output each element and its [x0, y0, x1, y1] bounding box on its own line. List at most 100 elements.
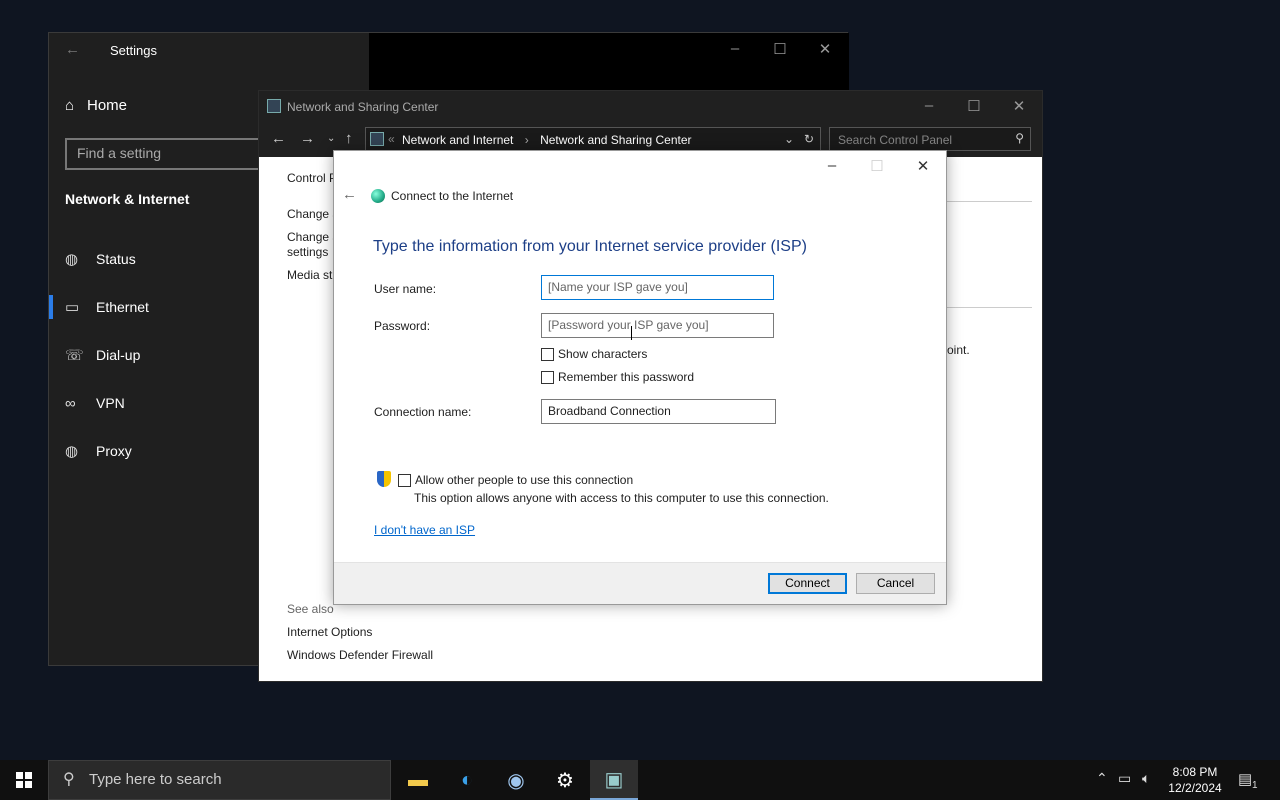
cancel-button[interactable]: Cancel [856, 573, 935, 594]
search-icon: ⚲ [63, 771, 75, 788]
nav-label: Ethernet [96, 299, 149, 315]
password-label: Password: [374, 319, 431, 333]
nav-selection-indicator [49, 295, 53, 319]
show-characters-checkbox[interactable]: Show characters [541, 347, 647, 361]
checkbox-box [541, 347, 554, 361]
nav-label: Status [96, 251, 136, 267]
settings-gear-icon[interactable]: ⚙ [541, 760, 589, 800]
globe-icon: ◍ [65, 443, 79, 460]
chevron-down-icon[interactable]: ⌄ [784, 132, 794, 146]
back-arrow-icon[interactable]: ← [271, 130, 286, 147]
address-bar[interactable]: « Network and Internet › Network and Sha… [365, 127, 821, 151]
username-label: User name: [374, 282, 437, 296]
network-globe-icon [371, 189, 385, 203]
nav-item-status[interactable]: ◍ Status [65, 247, 136, 271]
home-link[interactable]: ⌂ Home [65, 97, 127, 114]
refresh-icon[interactable]: ↻ [804, 132, 814, 146]
network-title: Network and Sharing Center [287, 100, 439, 114]
left-link[interactable]: Change a [287, 207, 339, 221]
close-icon[interactable]: ✕ [810, 40, 840, 58]
clock[interactable]: 8:08 PM 12/2/2024 [1160, 764, 1230, 796]
allow-others-checkbox[interactable]: Allow other people to use this connectio… [398, 473, 633, 487]
vpn-icon: ∞ [65, 394, 76, 412]
back-arrow-icon[interactable]: ← [65, 41, 80, 58]
checkbox-box [541, 370, 554, 384]
breadcrumb-overflow-icon: « [388, 132, 395, 146]
text-cursor [631, 326, 632, 340]
close-icon[interactable]: ✕ [1004, 97, 1034, 115]
search-placeholder: Type here to search [89, 771, 222, 788]
edge-icon[interactable]: ◐ [443, 760, 491, 800]
left-link[interactable]: Media st [287, 268, 332, 282]
breadcrumb-separator-icon: › [524, 133, 529, 147]
search-control-panel-input[interactable]: Search Control Panel ⚲ [829, 127, 1031, 151]
uac-shield-icon [377, 471, 391, 487]
minimize-icon[interactable]: – [720, 40, 750, 57]
breadcrumb-item[interactable]: Network and Sharing Center [540, 133, 691, 147]
ethernet-icon: ▭ [65, 299, 80, 316]
volume-icon[interactable]: 🔈︎ [1142, 770, 1150, 787]
nav-item-ethernet[interactable]: ▭ Ethernet [65, 295, 149, 319]
control-panel-icon[interactable]: ▣ [590, 760, 638, 800]
search-icon: ⚲ [1015, 131, 1024, 145]
dialup-icon: ☏ [65, 347, 84, 364]
taskbar-search-input[interactable]: ⚲ Type here to search [48, 760, 391, 800]
clock-date: 12/2/2024 [1168, 781, 1222, 795]
connection-name-label: Connection name: [374, 405, 472, 419]
divider [947, 201, 1032, 202]
see-also-label: See also [287, 602, 334, 616]
close-icon[interactable]: ✕ [908, 157, 938, 175]
connect-dialog: – ☐ ✕ ← Connect to the Internet Type the… [333, 150, 947, 605]
nav-item-dialup[interactable]: ☏ Dial-up [65, 343, 140, 367]
dialog-header: Connect to the Internet [391, 189, 514, 203]
dialog-heading: Type the information from your Internet … [373, 238, 807, 255]
maximize-icon[interactable]: ☐ [765, 40, 795, 58]
steam-icon[interactable]: ◉ [492, 760, 540, 800]
nav-item-proxy[interactable]: ◍ Proxy [65, 439, 132, 463]
network-tray-icon[interactable]: ▭ [1118, 770, 1131, 787]
password-input[interactable]: [Password your ISP gave you] [541, 313, 774, 338]
home-label: Home [87, 97, 128, 114]
globe-icon: ◍ [65, 251, 79, 268]
control-panel-icon [370, 132, 384, 146]
minimize-icon[interactable]: – [914, 97, 944, 114]
divider [947, 307, 1032, 308]
connect-button[interactable]: Connect [768, 573, 847, 594]
checkbox-label: Allow other people to use this connectio… [415, 473, 634, 487]
no-isp-link[interactable]: I don't have an ISP [374, 523, 475, 537]
breadcrumb-item[interactable]: Network and Internet [402, 133, 513, 147]
network-titlebar: Network and Sharing Center – ☐ ✕ [259, 91, 1042, 123]
clock-time: 8:08 PM [1172, 765, 1218, 779]
find-setting-input[interactable]: Find a setting [65, 138, 265, 170]
file-explorer-icon[interactable]: ▬ [394, 760, 442, 800]
left-link-cont[interactable]: settings [287, 245, 328, 259]
nav-item-vpn[interactable]: ∞ VPN [65, 391, 125, 415]
up-arrow-icon[interactable]: ↑ [345, 130, 353, 147]
maximize-icon[interactable]: ☐ [959, 97, 989, 115]
back-arrow-icon[interactable]: ← [342, 186, 357, 203]
settings-titlebar: ← Settings – ☐ ✕ [49, 33, 849, 91]
minimize-icon[interactable]: – [817, 157, 847, 174]
nav-label: VPN [96, 395, 125, 411]
firewall-link[interactable]: Windows Defender Firewall [287, 648, 433, 662]
home-icon: ⌂ [65, 97, 75, 114]
windows-start-icon[interactable] [16, 772, 32, 788]
nav-label: Dial-up [96, 347, 141, 363]
checkbox-box [398, 473, 411, 487]
dialog-footer: Connect Cancel [334, 562, 946, 604]
remember-password-checkbox[interactable]: Remember this password [541, 370, 694, 384]
connection-name-input[interactable]: Broadband Connection [541, 399, 776, 424]
search-placeholder: Search Control Panel [838, 133, 953, 147]
forward-arrow-icon[interactable]: → [300, 130, 315, 147]
notification-count: 1 [1252, 780, 1258, 791]
notification-icon[interactable]: ▤ [1238, 770, 1252, 788]
left-link[interactable]: Control P [287, 171, 337, 185]
chevron-up-icon[interactable]: ⌃ [1096, 770, 1108, 787]
chevron-down-icon[interactable]: ⌄ [327, 133, 335, 144]
section-title: Network & Internet [65, 191, 190, 207]
checkbox-label: Remember this password [558, 370, 695, 384]
nav-label: Proxy [96, 443, 132, 459]
username-input[interactable]: [Name your ISP gave you] [541, 275, 774, 300]
left-link[interactable]: Change a [287, 230, 339, 244]
internet-options-link[interactable]: Internet Options [287, 625, 372, 639]
